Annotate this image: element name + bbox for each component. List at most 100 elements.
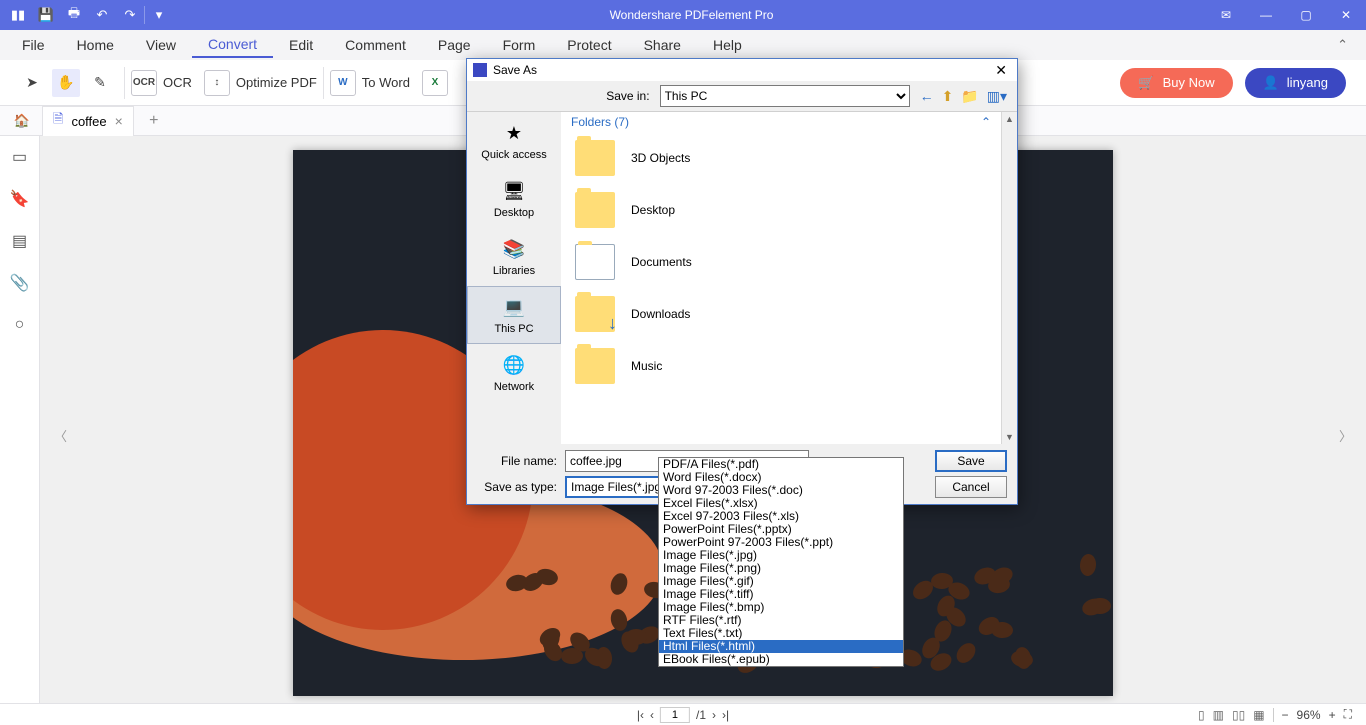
folder-item[interactable]: Desktop [561,184,1001,236]
new-tab-icon[interactable]: + [140,112,168,130]
close-window-icon[interactable]: ✕ [1326,0,1366,30]
menu-file[interactable]: File [6,33,61,57]
folder-label: Downloads [631,307,690,321]
folder-label: Documents [631,255,692,269]
optimize-button[interactable]: ↕ Optimize PDF [198,70,323,96]
place-label: Libraries [493,265,535,277]
minimize-icon[interactable]: — [1246,0,1286,30]
folder-item[interactable]: Documents [561,236,1001,288]
new-folder-icon[interactable]: 📁 [961,88,978,105]
ocr-button[interactable]: OCR OCR [125,70,198,96]
edit-icon[interactable]: ✎ [86,69,114,97]
save-icon[interactable]: 💾 [32,0,60,30]
next-page-status-icon[interactable]: › [712,708,716,722]
app-title: Wondershare PDFelement Pro [177,8,1206,22]
ocr-icon: OCR [131,70,157,96]
scrollbar[interactable]: ▲▼ [1001,112,1017,444]
view-grid-icon[interactable]: ▦ [1253,708,1264,722]
fullscreen-icon[interactable]: ⛶ [1344,707,1352,722]
cancel-button[interactable]: Cancel [935,476,1007,498]
dialog-title: Save As [493,63,537,77]
prev-page-icon[interactable]: 〈 [48,420,73,451]
menu-form[interactable]: Form [487,33,552,57]
hand-icon[interactable]: ✋ [52,69,80,97]
buy-now-button[interactable]: 🛒 Buy Now [1120,68,1232,98]
thumbnails-icon[interactable]: ▭ [0,136,40,178]
folder-item[interactable]: 3D Objects [561,132,1001,184]
to-word-label: To Word [362,75,410,90]
menu-protect[interactable]: Protect [551,33,627,57]
buy-label: Buy Now [1163,75,1215,90]
mail-icon[interactable]: ✉ [1206,0,1246,30]
views-icon[interactable]: ▥▾ [987,88,1007,105]
place-this-pc[interactable]: 💻 This PC [467,286,561,344]
savein-select[interactable]: This PC [660,85,910,107]
to-excel-button[interactable]: X [416,70,454,96]
tab-close-icon[interactable]: × [115,113,123,129]
first-page-icon[interactable]: |‹ [637,708,644,722]
attachments-icon[interactable]: 📎 [0,262,40,304]
place-label: Desktop [494,207,534,219]
comments-icon[interactable]: ▤ [0,220,40,262]
redo-icon[interactable]: ↷ [116,0,144,30]
place-libraries[interactable]: 📚Libraries [467,228,561,286]
menu-comment[interactable]: Comment [329,33,422,57]
qat-customize-icon[interactable]: ▾ [145,0,173,30]
zoom-out-icon[interactable]: − [1282,708,1289,722]
menu-page[interactable]: Page [422,33,487,57]
user-button[interactable]: 👤 linyang [1245,68,1346,98]
undo-icon[interactable]: ↶ [88,0,116,30]
statusbar: |‹ ‹ /1 › ›| ▯ ▥ ▯▯ ▦ − 96% + ⛶ [0,703,1366,725]
up-icon[interactable]: ⬆ [942,88,954,105]
menu-convert[interactable]: Convert [192,32,273,58]
dialog-app-icon [473,63,487,77]
folders-collapse-icon[interactable]: ⌃ [981,115,991,129]
chat-icon[interactable]: ○ [0,304,40,346]
menu-help[interactable]: Help [697,33,758,57]
cart-icon: 🛒 [1138,75,1154,91]
folder-item[interactable]: Downloads [561,288,1001,340]
pointer-icon[interactable]: ➤ [18,69,46,97]
next-page-icon[interactable]: 〉 [1333,420,1358,451]
maximize-icon[interactable]: ▢ [1286,0,1326,30]
type-option[interactable]: EBook Files(*.epub) [659,653,903,666]
last-page-icon[interactable]: ›| [722,708,729,722]
collapse-ribbon-icon[interactable]: ⌃ [1325,33,1360,57]
place-network[interactable]: 🌐Network [467,344,561,402]
side-panel: ▭ 🔖 ▤ 📎 ○ [0,136,40,703]
place-label: This PC [494,323,533,335]
bookmarks-icon[interactable]: 🔖 [0,178,40,220]
savein-label: Save in: [606,89,649,103]
home-icon[interactable]: 🏠 [6,113,38,129]
menu-edit[interactable]: Edit [273,33,329,57]
view-facing-icon[interactable]: ▯▯ [1232,708,1245,722]
save-button[interactable]: Save [935,450,1007,472]
place-icon: 🖥 [498,179,530,203]
place-desktop[interactable]: 🖥 Desktop [467,170,561,228]
app-logo-icon: ▮▮ [4,0,32,30]
place-quick-access[interactable]: ★ Quick access [467,112,561,170]
view-single-icon[interactable]: ▯ [1198,708,1205,722]
place-icon: ★ [498,121,530,145]
folders-header[interactable]: Folders (7) [571,115,629,129]
back-icon[interactable]: ← [920,88,934,105]
zoom-in-icon[interactable]: + [1329,708,1336,722]
menu-view[interactable]: View [130,33,192,57]
view-continuous-icon[interactable]: ▥ [1213,708,1224,722]
save-as-dialog: Save As ✕ Save in: This PC ← ⬆ 📁 ▥▾ ★ Qui… [466,58,1018,505]
folder-label: Music [631,359,662,373]
user-label: linyang [1287,75,1328,90]
place-icon: 💻 [498,295,530,319]
save-type-dropdown[interactable]: PDF/A Files(*.pdf)Word Files(*.docx)Word… [658,457,904,667]
page-input[interactable] [660,707,690,723]
dialog-close-icon[interactable]: ✕ [991,62,1011,79]
menu-home[interactable]: Home [61,33,130,57]
menu-share[interactable]: Share [628,33,697,57]
to-word-button[interactable]: W To Word [324,70,416,96]
folder-item[interactable]: Music [561,340,1001,392]
place-label: Quick access [481,149,546,161]
prev-page-status-icon[interactable]: ‹ [650,708,654,722]
excel-icon: X [422,70,448,96]
print-icon[interactable]: 🖶 [60,0,88,30]
document-tab[interactable]: 🗎 coffee × [42,106,134,136]
